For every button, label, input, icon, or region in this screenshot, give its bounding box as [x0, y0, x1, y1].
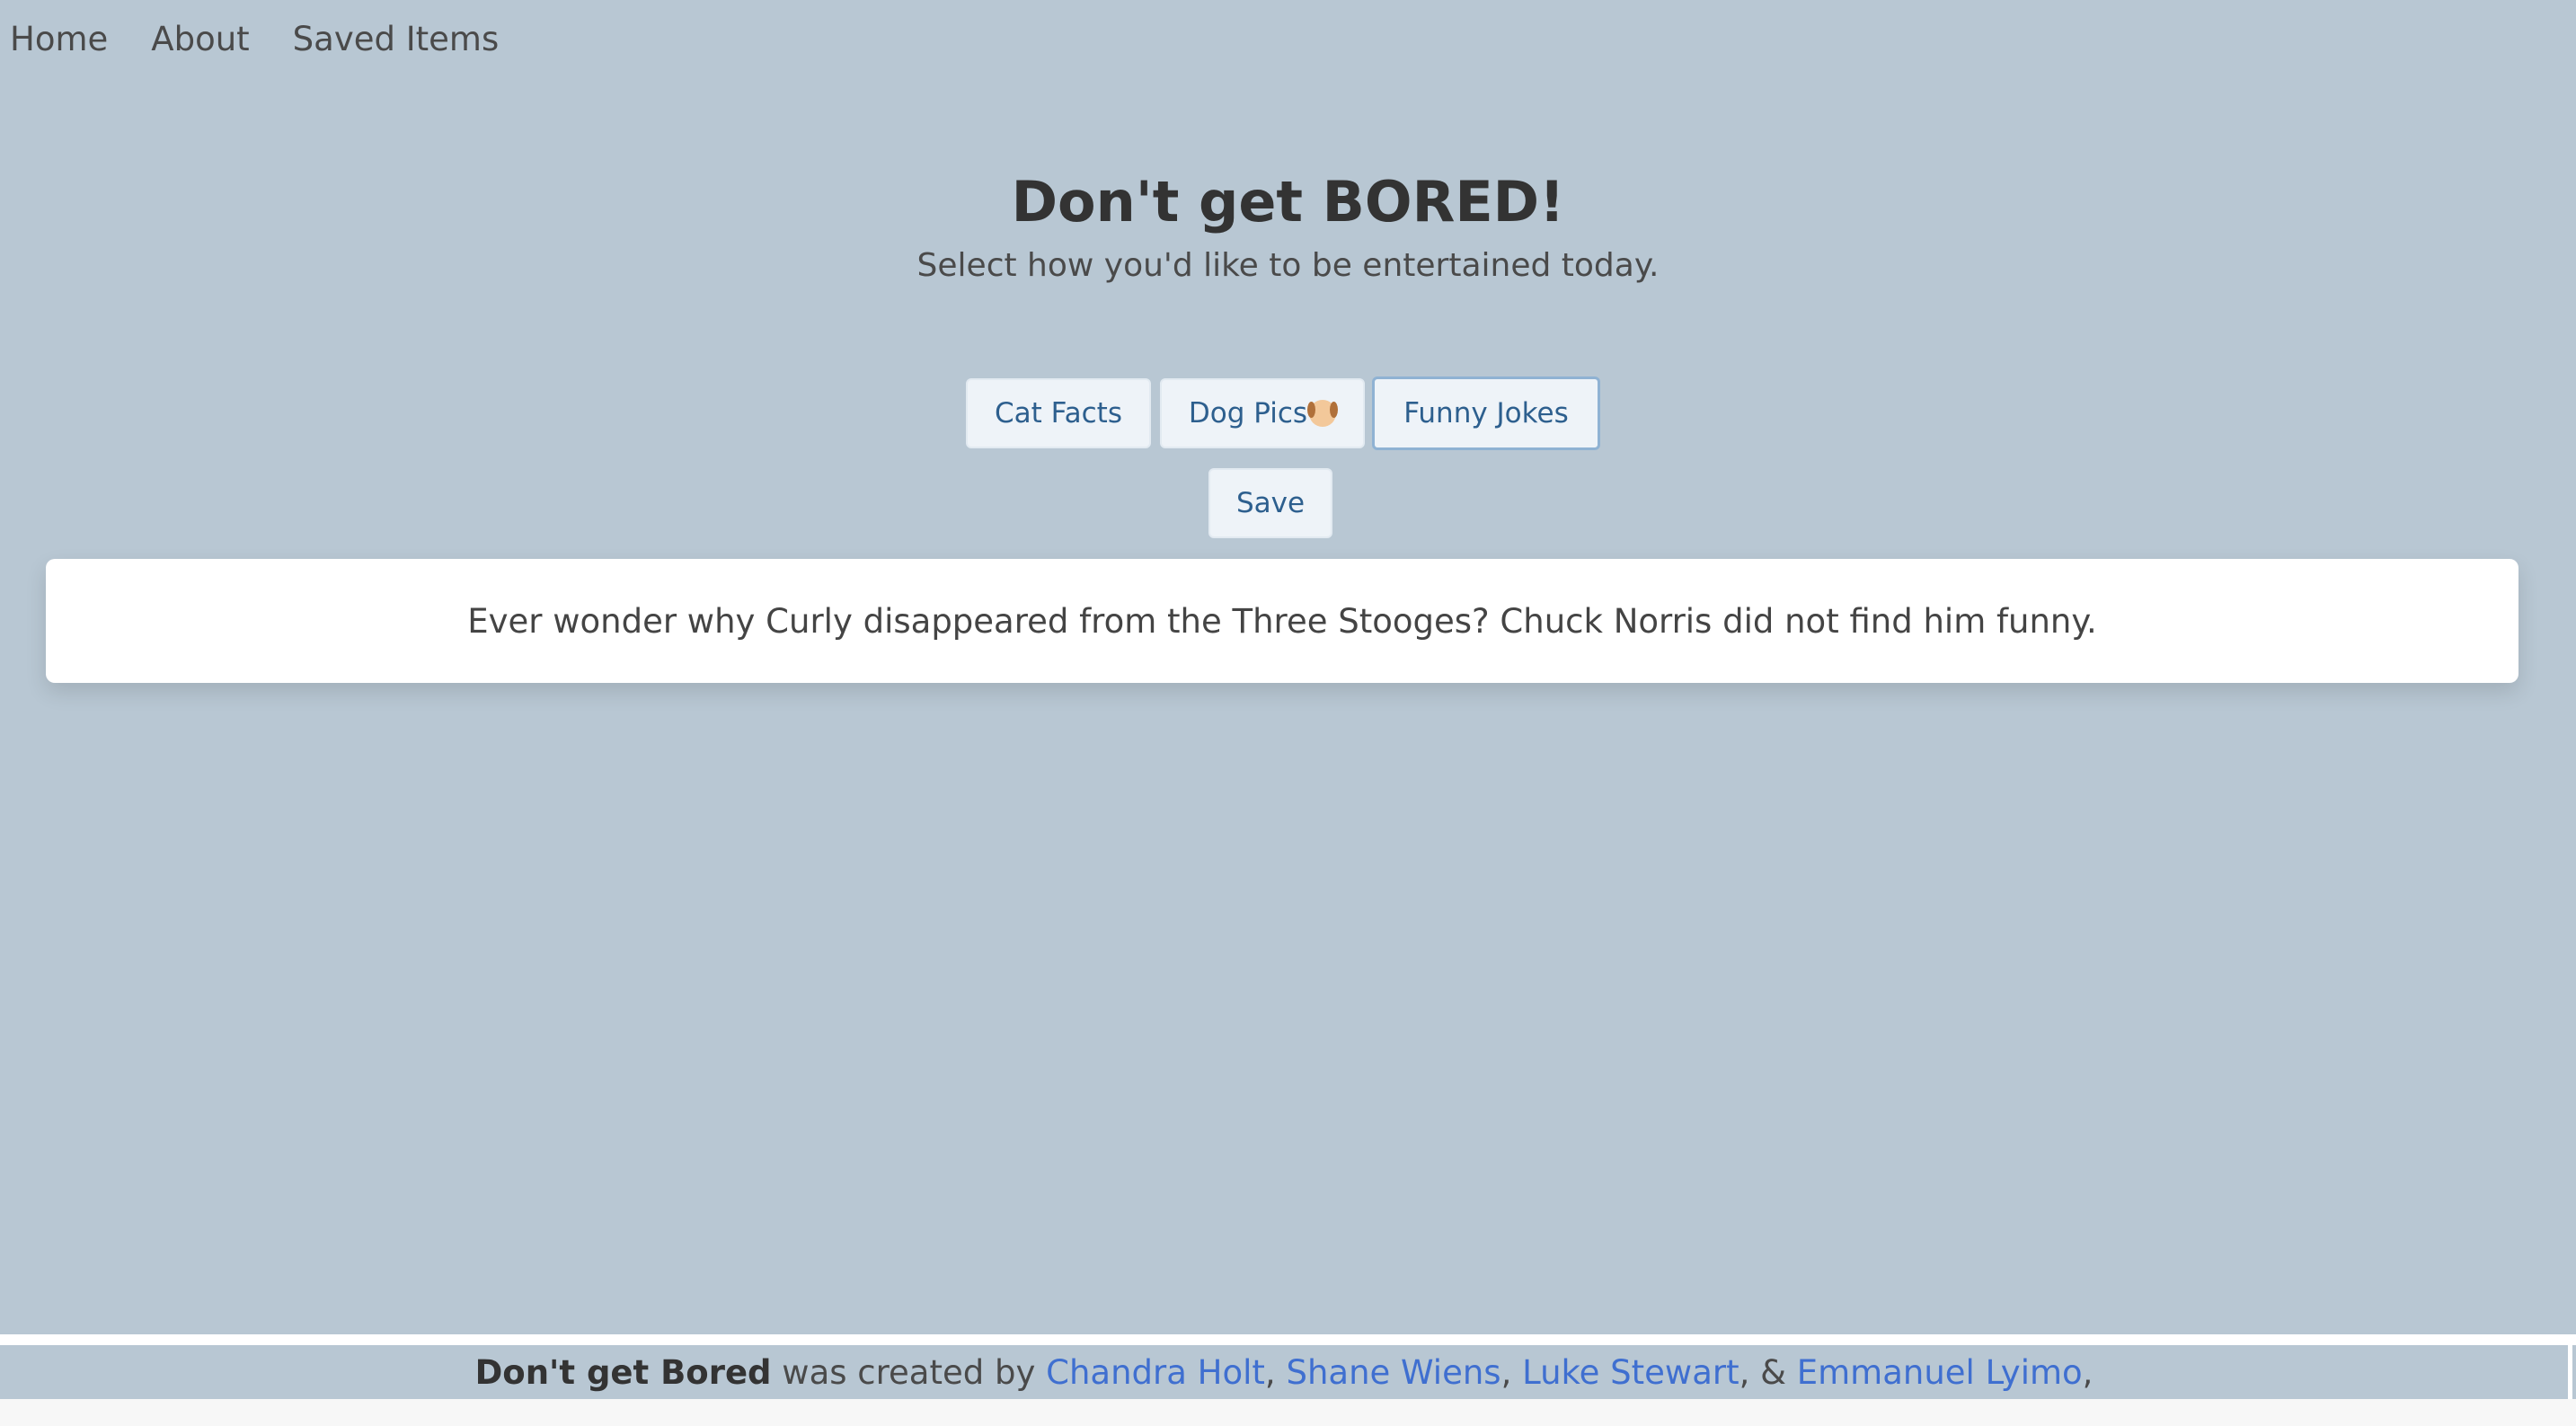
author-link-chandra-holt[interactable]: Chandra Holt	[1046, 1353, 1265, 1392]
author-link-luke-stewart[interactable]: Luke Stewart	[1522, 1353, 1739, 1392]
footer-end: ,	[2082, 1352, 2094, 1392]
save-label: Save	[1235, 487, 1306, 519]
bottom-bar	[0, 1399, 2576, 1426]
author-link-shane-wiens[interactable]: Shane Wiens	[1286, 1353, 1500, 1392]
dog-face-icon	[1307, 400, 1339, 427]
footer-brand: Don't get Bored	[474, 1352, 772, 1392]
author-link-emmanuel-lyimo[interactable]: Emmanuel Lyimo	[1797, 1353, 2083, 1392]
footer-separator: ,	[1500, 1352, 1523, 1392]
footer-text: was created by	[771, 1352, 1047, 1392]
nav-saved-items-link[interactable]: Saved Items	[293, 20, 500, 58]
footer: Don't get Bored was created by Chandra H…	[0, 1345, 2572, 1399]
funny-jokes-button[interactable]: Funny Jokes	[1372, 376, 1600, 450]
top-nav: Home About Saved Items	[10, 20, 499, 58]
page-title: Don't get BORED!	[1011, 169, 1565, 235]
page-subtitle: Select how you'd like to be entertained …	[916, 247, 1660, 284]
save-button[interactable]: Save	[1208, 468, 1332, 538]
funny-jokes-label: Funny Jokes	[1403, 397, 1569, 430]
footer-ampersand: , &	[1739, 1352, 1797, 1392]
footer-separator: ,	[1264, 1352, 1287, 1392]
dog-pics-button[interactable]: Dog Pics	[1160, 378, 1365, 448]
joke-text: Ever wonder why Curly disappeared from t…	[467, 601, 2097, 641]
content-card: Ever wonder why Curly disappeared from t…	[46, 559, 2518, 683]
footer-divider	[0, 1334, 2576, 1345]
cat-facts-label: Cat Facts	[995, 397, 1122, 430]
dog-pics-label: Dog Pics	[1188, 397, 1308, 430]
cat-facts-button[interactable]: Cat Facts	[966, 378, 1151, 448]
nav-home-link[interactable]: Home	[10, 20, 108, 58]
nav-about-link[interactable]: About	[151, 20, 249, 58]
